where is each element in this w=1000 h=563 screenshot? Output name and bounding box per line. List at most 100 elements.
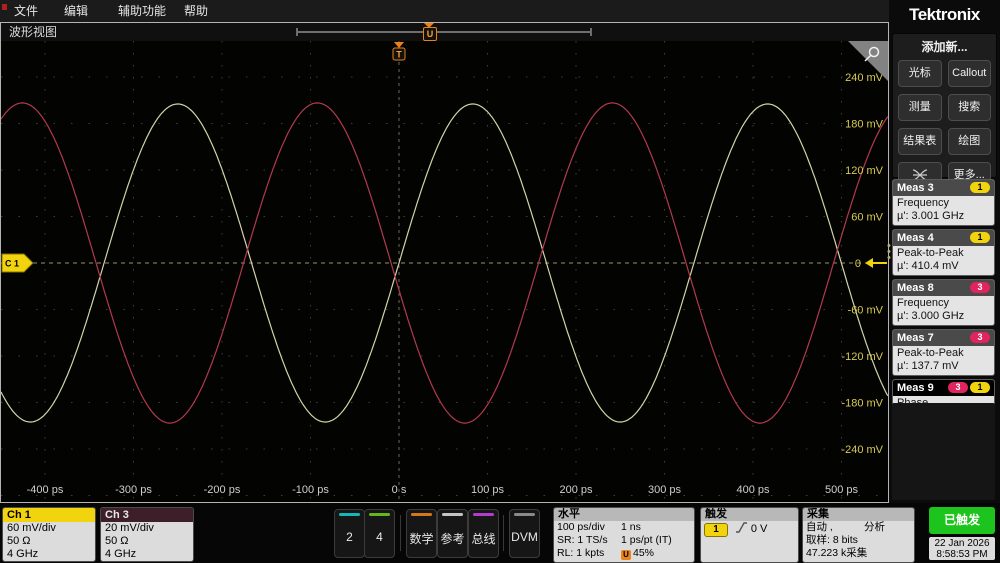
- y-tick-label: -120 mV: [841, 351, 883, 363]
- zero-level-arrow-tail: [873, 262, 887, 264]
- callout-button[interactable]: Callout: [947, 60, 991, 87]
- meas-body: Peak-to-Peak µ': 137.7 mV: [897, 347, 964, 372]
- channel-3-badge[interactable]: Ch 3 20 mV/div 50 Ω 4 GHz: [100, 507, 194, 562]
- x-tick-label: -300 ps: [115, 484, 152, 496]
- channel-3-settings: 20 mV/div 50 Ω 4 GHz: [101, 522, 193, 561]
- y-tick-label: 120 mV: [845, 165, 884, 177]
- meas-body: Frequency µ': 3.000 GHz: [897, 297, 965, 322]
- channel-1-settings: 60 mV/div 50 Ω 4 GHz: [3, 522, 95, 561]
- source-badge: 3: [970, 282, 990, 293]
- meas-badge-8[interactable]: Meas 8 3 Frequency µ': 3.000 GHz: [892, 279, 995, 326]
- x-tick-label: 200 ps: [559, 484, 593, 496]
- source-badge: 1: [970, 382, 990, 393]
- time-text: 8:58:53 PM: [936, 549, 988, 560]
- math-color-stripe: [411, 513, 432, 516]
- waveform-plot[interactable]: -400 ps -300 ps -200 ps -100 ps 0 s 100 ps 200…: [1, 41, 888, 502]
- meas-badge-4[interactable]: Meas 4 1 Peak-to-Peak µ': 410.4 mV: [892, 229, 995, 276]
- add-new-title: 添加新...: [921, 40, 968, 54]
- sidebar-empty-panel: [892, 403, 995, 500]
- cursor-button[interactable]: 光标: [898, 60, 942, 87]
- date-text: 22 Jan 2026: [934, 538, 990, 549]
- menu-utility[interactable]: 辅助功能: [112, 0, 172, 22]
- source-badge: 3: [948, 382, 968, 393]
- x-tick-label: -100 ps: [292, 484, 329, 496]
- meas-name: Meas 7: [897, 332, 934, 344]
- waveform-view-panel: 波形视图 U -400 ps -300 ps -200 ps -100 ps 0 s 10…: [0, 22, 889, 503]
- meas-badge-7[interactable]: Meas 7 3 Peak-to-Peak µ': 137.7 mV: [892, 329, 995, 376]
- waveform-plot-area[interactable]: -400 ps -300 ps -200 ps -100 ps 0 s 100 ps 200…: [1, 41, 888, 502]
- dvm-button[interactable]: DVM: [509, 509, 540, 558]
- horizontal-position-marker[interactable]: U: [423, 27, 437, 41]
- ref-color-stripe: [442, 513, 463, 516]
- record-indicator-icon: [2, 4, 7, 10]
- x-tick-label: 300 ps: [648, 484, 682, 496]
- oscilloscope-screen: 文件 编辑 辅助功能 帮助 波形视图 U -400 ps -300 ps -200 …: [0, 0, 1000, 563]
- settings-bar: Ch 1 60 mV/div 50 Ω 4 GHz Ch 3 20 mV/div…: [0, 503, 1000, 563]
- x-tick-label: 100 ps: [471, 484, 505, 496]
- trigger-caret-icon: [394, 42, 404, 48]
- trigger-source-badge: 1: [704, 523, 728, 537]
- x-tick-label: -200 ps: [204, 484, 241, 496]
- source-badge: 1: [970, 232, 990, 243]
- x-tick-label: 400 ps: [736, 484, 770, 496]
- math-button[interactable]: 数学: [406, 509, 437, 558]
- measure-button[interactable]: 测量: [898, 94, 942, 121]
- ref-button[interactable]: 参考: [437, 509, 468, 558]
- x-tick-label: 0 s: [392, 484, 407, 496]
- bus-button-label: 总线: [471, 532, 496, 546]
- bus-button[interactable]: 总线: [468, 509, 499, 558]
- bus-color-stripe: [473, 513, 494, 516]
- channel-1-label: Ch 1: [3, 508, 95, 522]
- channel-2-button-label: 2: [346, 530, 353, 544]
- trigger-level: 0 V: [750, 523, 768, 535]
- results-sidebar: Tektronix 添加新... 光标 Callout 测量 搜索 结果表 绘图…: [889, 0, 1000, 503]
- acquisition-title: 采集: [803, 508, 914, 521]
- horizontal-settings-badge[interactable]: 水平 100 ps/div 1 ns SR: 1 TS/s 1 ps/pt (IT)…: [553, 507, 695, 563]
- meas-body: Peak-to-Peak µ': 410.4 mV: [897, 247, 964, 272]
- channel-4-button-label: 4: [376, 530, 383, 544]
- meas-name: Meas 8: [897, 282, 934, 294]
- plot-button[interactable]: 绘图: [947, 128, 991, 155]
- y-tick-label: 60 mV: [851, 212, 883, 224]
- datetime-display[interactable]: 22 Jan 2026 8:58:53 PM: [929, 537, 995, 560]
- meas-badge-3[interactable]: Meas 3 1 Frequency µ': 3.001 GHz: [892, 179, 995, 226]
- math-button-label: 数学: [409, 532, 434, 546]
- tektronix-logo: Tektronix: [909, 5, 980, 24]
- meas-name: Meas 4: [897, 232, 934, 244]
- x-tick-label: -400 ps: [27, 484, 64, 496]
- meas-name: Meas 9: [897, 382, 934, 394]
- channel-1-badge[interactable]: Ch 1 60 mV/div 50 Ω 4 GHz: [2, 507, 96, 562]
- trigger-settings-badge[interactable]: 触发 1 0 V: [700, 507, 799, 563]
- source-badge: 3: [970, 332, 990, 343]
- y-tick-label: 240 mV: [845, 72, 884, 84]
- zero-level-arrow-icon: [865, 258, 873, 268]
- dvm-button-label: DVM: [511, 530, 538, 544]
- menu-edit[interactable]: 编辑: [58, 0, 94, 22]
- channel-4-button[interactable]: 4: [364, 509, 395, 558]
- results-table-button[interactable]: 结果表: [898, 128, 942, 155]
- triggered-status-button[interactable]: 已触发: [929, 507, 995, 534]
- measurement-list: Meas 3 1 Frequency µ': 3.001 GHz Meas 4 1…: [892, 179, 995, 429]
- search-button[interactable]: 搜索: [947, 94, 991, 121]
- meas-name: Meas 3: [897, 182, 934, 194]
- meas-body: Frequency µ': 3.001 GHz: [897, 197, 965, 222]
- y-tick-label: -240 mV: [841, 444, 883, 456]
- x-tick-label: 500 ps: [825, 484, 859, 496]
- channel-2-color-stripe: [339, 513, 360, 516]
- trigger-title: 触发: [701, 508, 798, 521]
- sidebar-resize-handle[interactable]: • • •: [887, 241, 891, 264]
- waveform-view-titlebar: 波形视图 U: [1, 23, 888, 41]
- y-tick-label: 180 mV: [845, 119, 884, 131]
- menu-file[interactable]: 文件: [8, 0, 44, 22]
- acquisition-badge[interactable]: 采集 自动 , 分析 取样: 8 bits 47.223 k采集: [802, 507, 915, 563]
- menu-help[interactable]: 帮助: [178, 0, 214, 22]
- ref-button-label: 参考: [440, 532, 465, 546]
- channel-3-label: Ch 3: [101, 508, 193, 522]
- waveform-view-title: 波形视图: [9, 25, 58, 39]
- channel-2-button[interactable]: 2: [334, 509, 365, 558]
- y-tick-label: 0: [855, 258, 861, 270]
- add-new-panel: 添加新... 光标 Callout 测量 搜索 结果表 绘图 更多...: [892, 33, 997, 189]
- y-tick-label: -180 mV: [841, 398, 883, 410]
- record-overview-bar[interactable]: [296, 28, 592, 36]
- dvm-color-stripe: [514, 513, 535, 516]
